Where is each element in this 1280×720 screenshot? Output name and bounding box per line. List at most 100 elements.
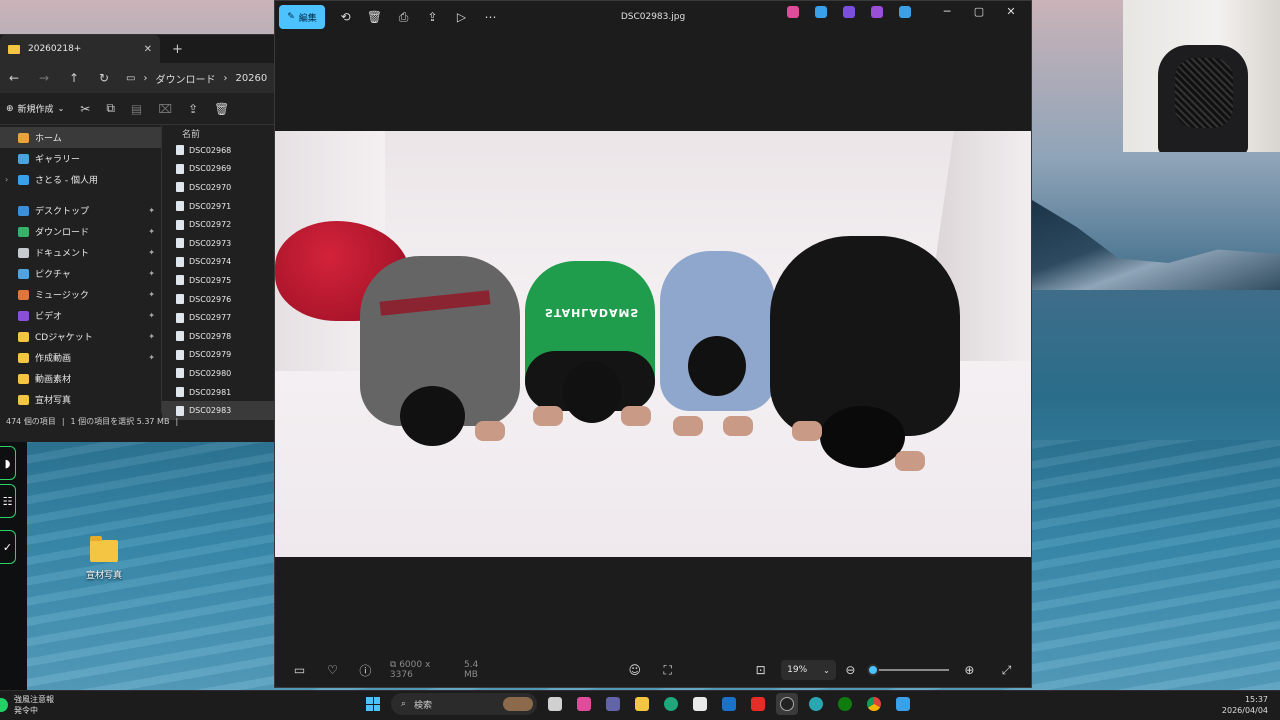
crop-select-icon[interactable]: ⛶ bbox=[651, 663, 684, 678]
column-header-name[interactable]: 名前 bbox=[162, 127, 274, 141]
widget-strip: ◗ ☷ ✓ bbox=[0, 440, 27, 690]
nav-item[interactable]: ドキュメント ✦ bbox=[0, 242, 161, 263]
file-row[interactable]: DSC02974 bbox=[162, 253, 274, 272]
expand-chevron-icon[interactable]: › bbox=[5, 175, 8, 184]
more-options-icon[interactable]: ⋯ bbox=[476, 10, 505, 24]
copilot-icon[interactable] bbox=[573, 693, 595, 715]
edit-button[interactable]: ✎ 編集 bbox=[279, 5, 325, 29]
taskbar-clock[interactable]: 15:37 2026/04/04 bbox=[1222, 694, 1268, 716]
clipchamp-icon[interactable] bbox=[871, 5, 883, 18]
file-name: DSC02983 bbox=[189, 406, 232, 416]
zoom-out-icon[interactable]: ⊖ bbox=[840, 663, 861, 677]
info-icon[interactable]: ⓘ bbox=[349, 662, 382, 679]
nav-item[interactable]: › さとる - 個人用 bbox=[0, 169, 161, 190]
file-row[interactable]: DSC02977 bbox=[162, 308, 274, 327]
taskbar-search[interactable]: ⌕ 検索 bbox=[391, 693, 537, 715]
file-row[interactable]: DSC02973 bbox=[162, 234, 274, 253]
file-row[interactable]: DSC02972 bbox=[162, 215, 274, 234]
explorer-tab[interactable]: 20260218+ ✕ bbox=[0, 35, 160, 63]
file-row[interactable]: DSC02978 bbox=[162, 327, 274, 346]
favorite-heart-icon[interactable]: ♡ bbox=[316, 663, 349, 677]
fullscreen-icon[interactable]: ⤢ bbox=[990, 663, 1023, 678]
file-row[interactable]: DSC02983 bbox=[162, 401, 274, 420]
nav-item[interactable]: ダウンロード ✦ bbox=[0, 221, 161, 242]
copy-icon[interactable]: ⧉ bbox=[106, 101, 115, 116]
file-explorer-icon[interactable] bbox=[631, 693, 653, 715]
maximize-icon[interactable]: ▢ bbox=[967, 5, 991, 18]
cut-icon[interactable]: ✂ bbox=[80, 102, 90, 116]
task-view-icon[interactable] bbox=[544, 693, 566, 715]
breadcrumb-item[interactable]: 20260 bbox=[235, 73, 267, 84]
new-button[interactable]: ⊕ 新規作成 ⌄ bbox=[6, 102, 64, 116]
breadcrumb-item[interactable]: ダウンロード bbox=[155, 71, 215, 86]
file-row[interactable]: DSC02970 bbox=[162, 178, 274, 197]
photos-icon[interactable] bbox=[892, 693, 914, 715]
nav-item[interactable]: ミュージック ✦ bbox=[0, 284, 161, 305]
designer-icon[interactable] bbox=[843, 5, 855, 18]
slideshow-icon[interactable]: ▷ bbox=[447, 10, 476, 24]
nav-item[interactable]: ホーム bbox=[0, 127, 161, 148]
browser-icon[interactable] bbox=[805, 693, 827, 715]
forward-arrow-icon[interactable]: → bbox=[36, 71, 52, 85]
file-row[interactable]: DSC02979 bbox=[162, 346, 274, 365]
rename-icon[interactable]: ⌧ bbox=[158, 102, 172, 116]
obs-icon[interactable] bbox=[776, 693, 798, 715]
delete-icon[interactable]: 🗑 bbox=[360, 10, 389, 24]
nav-item[interactable]: ギャラリー bbox=[0, 148, 161, 169]
new-tab-icon[interactable]: + bbox=[172, 42, 183, 57]
photo-editor-icon[interactable] bbox=[815, 5, 827, 18]
back-arrow-icon[interactable]: ← bbox=[6, 71, 22, 85]
outlook-icon[interactable] bbox=[718, 693, 740, 715]
widget-button-1[interactable]: ◗ bbox=[0, 446, 16, 480]
face-detect-icon[interactable]: ☺ bbox=[618, 663, 651, 677]
filmstrip-icon[interactable]: ▭ bbox=[283, 663, 316, 677]
minimize-icon[interactable]: ─ bbox=[935, 5, 959, 18]
file-row[interactable]: DSC02968 bbox=[162, 141, 274, 160]
breadcrumb[interactable]: ▭ › ダウンロード › 20260 bbox=[126, 71, 267, 86]
zoom-select[interactable]: 19% ⌄ bbox=[781, 660, 836, 680]
file-row[interactable]: DSC02969 bbox=[162, 160, 274, 179]
paste-icon[interactable]: ▤ bbox=[131, 102, 142, 116]
edge-icon[interactable] bbox=[660, 693, 682, 715]
onedrive-icon[interactable] bbox=[899, 5, 911, 18]
widget-button-3[interactable]: ✓ bbox=[0, 530, 16, 564]
file-row[interactable]: DSC02971 bbox=[162, 197, 274, 216]
print-icon[interactable]: ⎙ bbox=[389, 10, 418, 25]
store-icon[interactable] bbox=[689, 693, 711, 715]
viewer-title-actions: ─ ▢ ✕ bbox=[783, 5, 1023, 18]
fit-window-icon[interactable]: ⊡ bbox=[744, 663, 777, 677]
nav-item[interactable]: 動画素材 bbox=[0, 368, 161, 389]
close-tab-icon[interactable]: ✕ bbox=[144, 44, 152, 55]
teams-icon[interactable] bbox=[602, 693, 624, 715]
up-arrow-icon[interactable]: ↑ bbox=[66, 71, 82, 85]
taskbar-news-widget[interactable]: 強風注意報 発令中 bbox=[0, 694, 54, 716]
copilot-icon[interactable] bbox=[787, 5, 799, 18]
xbox-icon[interactable] bbox=[834, 693, 856, 715]
nav-item[interactable]: ビデオ ✦ bbox=[0, 305, 161, 326]
pin-icon: ✦ bbox=[148, 332, 155, 341]
rotate-icon[interactable]: ⟲ bbox=[331, 10, 360, 24]
zoom-slider[interactable] bbox=[867, 664, 949, 676]
share-icon[interactable]: ⇪ bbox=[188, 102, 198, 116]
file-row[interactable]: DSC02981 bbox=[162, 383, 274, 402]
nav-item[interactable]: 作成動画 ✦ bbox=[0, 347, 161, 368]
close-icon[interactable]: ✕ bbox=[999, 5, 1023, 18]
zoom-in-icon[interactable]: ⊕ bbox=[959, 663, 980, 677]
nav-item[interactable]: ピクチャ ✦ bbox=[0, 263, 161, 284]
desktop-folder[interactable]: 宣材写真 bbox=[84, 536, 124, 581]
zoom-slider-knob[interactable] bbox=[867, 664, 880, 676]
nav-item[interactable]: デスクトップ ✦ bbox=[0, 200, 161, 221]
delete-icon[interactable]: 🗑 bbox=[214, 102, 229, 116]
start-button[interactable] bbox=[362, 693, 384, 715]
nav-item[interactable]: CDジャケット ✦ bbox=[0, 326, 161, 347]
share-icon[interactable]: ⇪ bbox=[418, 10, 447, 24]
photo-canvas[interactable]: STAHLADAMS bbox=[275, 131, 1031, 557]
refresh-icon[interactable]: ↻ bbox=[96, 71, 112, 85]
widget-button-2[interactable]: ☷ bbox=[0, 484, 16, 518]
nav-item[interactable]: 宣材写真 bbox=[0, 389, 161, 410]
file-row[interactable]: DSC02975 bbox=[162, 271, 274, 290]
file-row[interactable]: DSC02976 bbox=[162, 290, 274, 309]
file-row[interactable]: DSC02980 bbox=[162, 364, 274, 383]
youtube-icon[interactable] bbox=[747, 693, 769, 715]
chrome-icon[interactable] bbox=[863, 693, 885, 715]
